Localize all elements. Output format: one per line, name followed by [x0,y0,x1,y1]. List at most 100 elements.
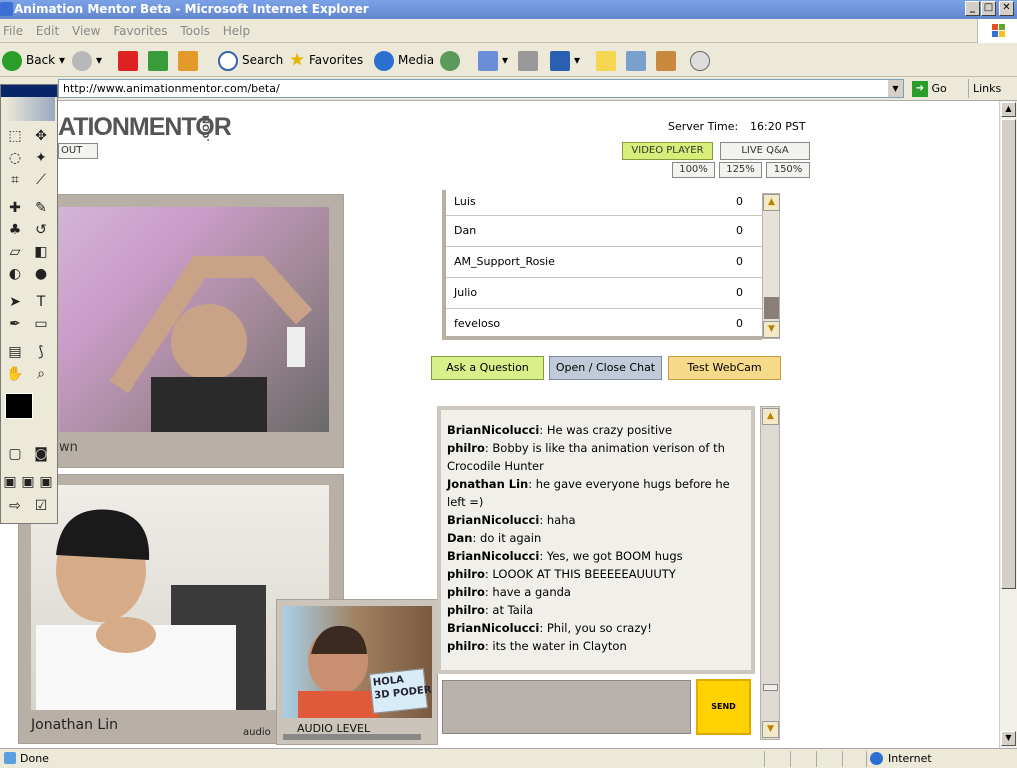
chat-bubble-button[interactable] [690,49,714,71]
video-player-button[interactable]: VIDEO PLAYER [622,142,713,160]
test-webcam-button[interactable]: Test WebCam [668,356,781,380]
user-row[interactable]: feveloso 0 [446,309,762,336]
links-button[interactable]: Links [968,79,1001,98]
jump-to-imageready-icon[interactable]: ⇨ [3,495,27,517]
photoshop-tools-palette[interactable]: ⬚ ✥ ◌ ✦ ⌗ ⟋ ✚ ✎ ♣ ↺ ▱ ◧ ◐ ● ➤ T ✒ ▭ ▤ ⟆ … [0,84,58,524]
lasso-tool-icon[interactable]: ◌ [3,147,27,169]
search-button[interactable]: Search [218,49,283,71]
go-button[interactable]: ➜ Go [912,79,947,98]
hand-tool-icon[interactable]: ✋ [3,363,27,385]
user-list-scroll-down[interactable]: ▼ [763,321,780,338]
slice-tool-icon[interactable]: ⟋ [29,169,53,191]
palette-title-bar[interactable] [1,85,57,97]
crop-tool-icon[interactable]: ⌗ [3,169,27,191]
maximize-button[interactable]: □ [981,1,996,16]
type-tool-icon[interactable]: T [29,291,53,313]
gradient-tool-icon[interactable]: ◧ [29,241,53,263]
chat-message: philro: at Taila [447,603,534,617]
chat-scroll-down[interactable]: ▼ [762,721,779,738]
standard-mode-icon[interactable]: ▢ [3,443,27,465]
marquee-tool-icon[interactable]: ⬚ [3,125,27,147]
send-button[interactable]: SEND [696,679,751,735]
screen-mode-1-icon[interactable]: ▣ [1,471,19,493]
chat-scroll-thumb[interactable] [763,684,778,691]
messenger-button[interactable] [626,49,650,71]
live-qa-button[interactable]: LIVE Q&A [720,142,810,160]
edit-button[interactable]: ▾ [550,49,580,71]
eraser-tool-icon[interactable]: ▱ [3,241,27,263]
menu-edit[interactable]: Edit [33,19,65,38]
screen-mode-2-icon[interactable]: ▣ [19,471,37,493]
chat-message: philro: have a ganda [447,585,571,599]
user-list-scroll-thumb[interactable] [764,297,779,319]
stop-button[interactable] [118,49,142,71]
user-list-scroll-up[interactable]: ▲ [763,194,780,211]
eyedropper-icon[interactable]: ⟆ [29,341,53,363]
blur-tool-icon[interactable]: ◐ [3,263,27,285]
foreground-color-swatch[interactable] [5,393,33,419]
security-zone: Internet [888,752,932,765]
windows-logo [977,19,1017,43]
menu-view[interactable]: View [69,19,106,38]
pen-tool-icon[interactable]: ✒ [3,313,27,335]
notes-tool-icon[interactable]: ▤ [3,341,27,363]
chat-scrollbar[interactable]: ▲ ▼ [760,406,780,740]
logout-button[interactable]: OUT [58,143,98,159]
print-button[interactable] [518,49,542,71]
page-scroll-up[interactable]: ▲ [1001,102,1016,117]
forward-button[interactable]: ▾ [72,49,102,71]
address-dropdown-arrow[interactable]: ▼ [888,80,903,97]
menu-file[interactable]: File [0,19,29,38]
history-button[interactable] [440,49,464,71]
stamp-tool-icon[interactable]: ♣ [3,219,27,241]
edit-in-imageready-icon[interactable]: ☑ [29,495,53,517]
path-select-icon[interactable]: ➤ [3,291,27,313]
user-row[interactable]: Julio 0 [446,278,762,309]
search-icon [218,50,238,71]
minimize-button[interactable]: _ [965,1,980,16]
refresh-button[interactable] [148,49,172,71]
page-scroll-thumb[interactable] [1001,119,1016,589]
chat-scroll-up[interactable]: ▲ [762,408,779,425]
discuss-button[interactable] [596,49,620,71]
chat-message: BrianNicolucci: Yes, we got BOOM hugs [447,549,683,563]
magic-wand-icon[interactable]: ✦ [29,147,53,169]
move-tool-icon[interactable]: ✥ [29,125,53,147]
close-button[interactable]: ✕ [999,1,1014,16]
user-list-scrollbar[interactable]: ▲ ▼ [762,193,780,339]
user-row[interactable]: AM_Support_Rosie 0 [446,247,762,278]
user-row[interactable]: Luis 0 [446,190,762,216]
healing-brush-icon[interactable]: ✚ [3,197,27,219]
zoom-100-button[interactable]: 100% [672,162,715,178]
back-button[interactable]: Back ▾ [2,49,65,71]
ask-question-button[interactable]: Ask a Question [431,356,544,380]
word-edit-icon [550,50,570,71]
user-row[interactable]: Dan 0 [446,216,762,247]
open-close-chat-button[interactable]: Open / Close Chat [549,356,662,380]
page-scrollbar[interactable]: ▲ ▼ [999,101,1017,748]
menu-favorites[interactable]: Favorites [110,19,173,38]
status-divider [842,751,843,767]
menu-tools[interactable]: Tools [177,19,216,38]
chat-message: Jonathan Lin: he gave everyone hugs befo… [447,477,730,509]
history-brush-icon[interactable]: ↺ [29,219,53,241]
dodge-tool-icon[interactable]: ● [29,263,53,285]
page-scroll-down[interactable]: ▼ [1001,731,1016,746]
zoom-125-button[interactable]: 125% [719,162,762,178]
chat-message: philro: Bobby is like tha animation veri… [447,441,725,473]
chat-message: philro: its the water in Clayton [447,639,627,653]
quickmask-mode-icon[interactable]: ◙ [29,443,53,465]
media-button[interactable]: Media [374,49,434,71]
chat-input[interactable] [442,680,691,734]
address-input[interactable]: http://www.animationmentor.com/beta/▼ [58,79,904,98]
favorites-button[interactable]: ★ Favorites [289,49,363,71]
zoom-tool-icon[interactable]: ⌕ [29,363,53,385]
zoom-150-button[interactable]: 150% [766,162,810,178]
screen-mode-3-icon[interactable]: ▣ [37,471,55,493]
shape-tool-icon[interactable]: ▭ [29,313,53,335]
brush-tool-icon[interactable]: ✎ [29,197,53,219]
research-button[interactable] [656,49,680,71]
home-button[interactable] [178,49,202,71]
menu-help[interactable]: Help [220,19,256,38]
mail-button[interactable]: ▾ [478,49,508,71]
